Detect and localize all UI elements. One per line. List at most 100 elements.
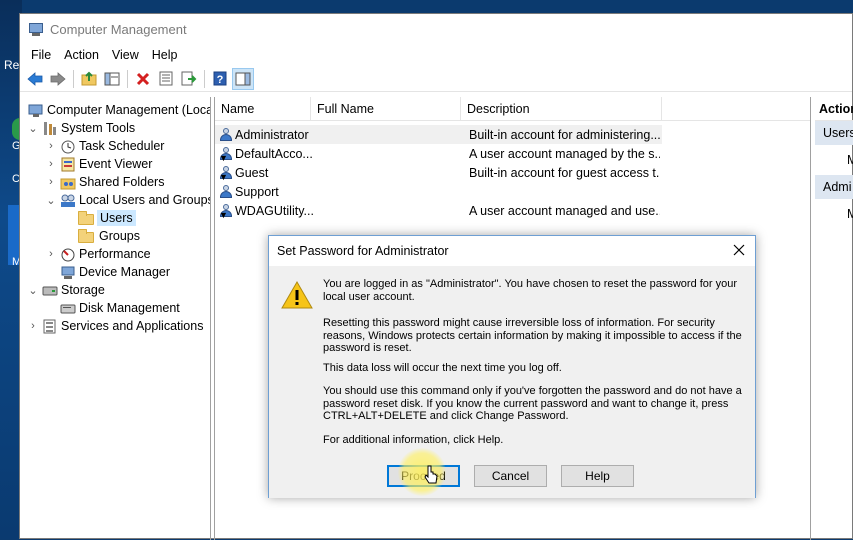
chevron-down-icon[interactable]: ⌄ xyxy=(26,122,40,135)
help-icon[interactable]: ? xyxy=(209,68,231,90)
chevron-down-icon[interactable]: ⌄ xyxy=(26,284,40,297)
dialog-message: You should use this command only if you'… xyxy=(323,385,742,422)
tree-item-performance[interactable]: › Performance xyxy=(44,245,151,263)
services-icon xyxy=(42,319,58,334)
up-folder-icon[interactable] xyxy=(78,68,100,90)
user-description: A user account managed and use... xyxy=(469,203,660,218)
toolbar-separator xyxy=(73,69,74,88)
user-name: DefaultAcco... xyxy=(235,146,313,161)
export-list-icon[interactable] xyxy=(178,68,200,90)
tree-item-label: Event Viewer xyxy=(79,157,153,171)
action-more[interactable]: M xyxy=(815,145,853,175)
device-manager-icon xyxy=(60,265,76,280)
show-hide-tree-icon[interactable] xyxy=(101,68,123,90)
actions-header: Action xyxy=(815,97,853,121)
chevron-right-icon[interactable]: › xyxy=(26,320,40,332)
tree-item-label: Groups xyxy=(99,229,140,243)
menu-view[interactable]: View xyxy=(107,48,147,62)
warning-icon xyxy=(281,280,313,310)
tree-item-storage[interactable]: ⌄ Storage xyxy=(26,281,105,299)
user-name: Administrator xyxy=(235,127,309,142)
disk-icon xyxy=(60,301,76,316)
table-row[interactable]: ▼ DefaultAcco... A user account managed … xyxy=(215,144,810,164)
toolbar-separator xyxy=(127,69,128,88)
tree-item-device-manager[interactable]: Device Manager xyxy=(58,263,170,281)
column-header-description[interactable]: Description xyxy=(461,97,662,121)
dialog-message: This data loss will occur the next time … xyxy=(323,362,562,374)
menu-file[interactable]: File xyxy=(26,48,59,62)
table-row[interactable]: Administrator Built-in account for admin… xyxy=(215,125,662,144)
delete-icon[interactable] xyxy=(132,68,154,90)
system-tools-icon xyxy=(42,121,58,136)
column-header-full-name[interactable]: Full Name xyxy=(311,97,461,121)
menu-help[interactable]: Help xyxy=(147,48,186,62)
chevron-down-icon[interactable]: ⌄ xyxy=(44,194,58,207)
disabled-user-icon: ▼ xyxy=(219,203,233,220)
tree-item-label: Performance xyxy=(79,247,151,261)
hand-cursor-icon xyxy=(424,465,438,484)
forward-arrow-icon[interactable] xyxy=(47,68,69,90)
tree-item-label: Computer Management (Local xyxy=(47,103,211,117)
performance-icon xyxy=(60,247,76,262)
disabled-user-icon: ▼ xyxy=(219,165,233,182)
actions-section-administrator[interactable]: Admi xyxy=(815,175,853,199)
tree-item-services-and-applications[interactable]: › Services and Applications xyxy=(26,317,203,335)
close-icon[interactable] xyxy=(731,242,747,258)
dialog-message: Resetting this password might cause irre… xyxy=(323,317,742,354)
clock-icon xyxy=(60,139,76,154)
actions-pane: Action Users M Admi M xyxy=(815,97,853,540)
table-row[interactable]: Support xyxy=(215,182,810,201)
table-row[interactable]: ▼ WDAGUtility... A user account managed … xyxy=(215,201,810,221)
computer-management-icon xyxy=(28,103,44,118)
table-row[interactable]: ▼ Guest Built-in account for guest acces… xyxy=(215,163,810,183)
tree-item-groups[interactable]: Groups xyxy=(76,227,142,245)
chevron-right-icon[interactable]: › xyxy=(44,176,58,188)
tree-item-local-users-and-groups[interactable]: ⌄ Local Users and Groups xyxy=(44,191,210,209)
tree-item-label: Users xyxy=(97,210,136,226)
user-icon xyxy=(219,127,233,142)
chevron-right-icon[interactable]: › xyxy=(44,158,58,170)
computer-management-icon xyxy=(28,21,44,37)
tree-item-users[interactable]: Users xyxy=(76,209,136,227)
dialog-message: For additional information, click Help. xyxy=(323,434,504,446)
back-arrow-icon[interactable] xyxy=(24,68,46,90)
toolbar: ? xyxy=(20,66,852,92)
user-icon xyxy=(219,184,233,199)
tree-item-label: System Tools xyxy=(61,121,136,135)
tree-item-computer-management[interactable]: Computer Management (Local xyxy=(26,101,211,119)
desktop-icon-label: Re xyxy=(4,58,20,72)
menu-action[interactable]: Action xyxy=(59,48,107,62)
folder-icon xyxy=(78,228,94,244)
user-description: Built-in account for guest access t... xyxy=(469,165,660,180)
chevron-right-icon[interactable]: › xyxy=(44,140,58,152)
action-more[interactable]: M xyxy=(815,199,853,229)
svg-text:?: ? xyxy=(217,74,224,86)
cancel-button[interactable]: Cancel xyxy=(474,465,547,487)
dialog-title-bar[interactable]: Set Password for Administrator xyxy=(269,236,755,266)
tree-item-task-scheduler[interactable]: › Task Scheduler xyxy=(44,137,164,155)
console-tree: Computer Management (Local ⌄ System Tool… xyxy=(22,97,211,540)
shared-folder-icon xyxy=(60,175,76,190)
user-name: WDAGUtility... xyxy=(235,203,314,218)
tree-item-system-tools[interactable]: ⌄ System Tools xyxy=(26,119,135,137)
list-header: Name Full Name Description xyxy=(215,97,810,121)
user-name: Guest xyxy=(235,165,269,180)
tree-item-label: Disk Management xyxy=(79,301,180,315)
tree-item-disk-management[interactable]: Disk Management xyxy=(58,299,180,317)
dialog-message: You are logged in as "Administrator". Yo… xyxy=(323,278,738,303)
menu-bar: File Action View Help xyxy=(20,44,852,66)
dialog-body: You are logged in as "Administrator". Yo… xyxy=(269,266,755,498)
tree-item-label: Storage xyxy=(61,283,105,297)
folder-icon xyxy=(78,210,94,226)
event-viewer-icon xyxy=(60,157,76,172)
title-bar[interactable]: Computer Management xyxy=(20,14,852,44)
tree-item-event-viewer[interactable]: › Event Viewer xyxy=(44,155,152,173)
show-hide-action-pane-icon[interactable] xyxy=(232,67,254,90)
tree-item-shared-folders[interactable]: › Shared Folders xyxy=(44,173,164,191)
properties-icon[interactable] xyxy=(155,68,177,90)
column-header-name[interactable]: Name xyxy=(215,97,311,121)
chevron-right-icon[interactable]: › xyxy=(44,248,58,260)
tree-item-label: Task Scheduler xyxy=(79,139,165,153)
actions-section-users[interactable]: Users xyxy=(815,121,853,145)
help-button[interactable]: Help xyxy=(561,465,634,487)
